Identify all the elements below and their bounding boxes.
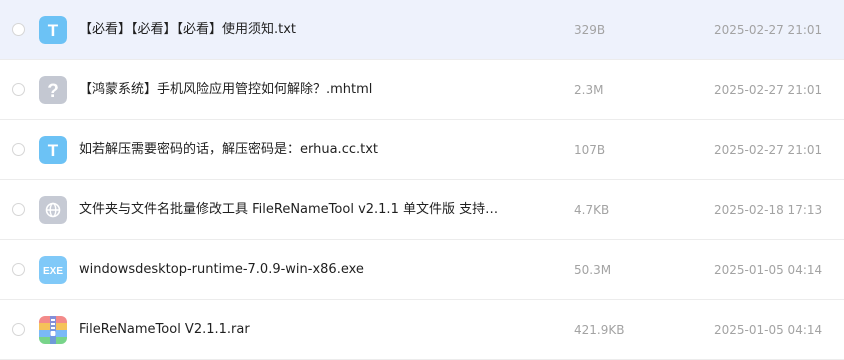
text-file-icon: T [39, 16, 67, 44]
file-size: 50.3M [574, 263, 612, 277]
file-size: 421.9KB [574, 323, 625, 337]
svg-text:T: T [48, 21, 59, 40]
file-date: 2025-01-05 04:14 [714, 263, 823, 277]
svg-text:T: T [48, 141, 59, 160]
web-link-icon [39, 196, 67, 224]
file-date: 2025-02-27 21:01 [714, 83, 823, 97]
file-date: 2025-02-27 21:01 [714, 23, 823, 37]
exe-file-icon: EXE [39, 256, 67, 284]
row-checkbox[interactable] [12, 143, 25, 156]
file-row[interactable]: 文件夹与文件名批量修改工具 FileReNameTool v2.1.1 单文件版… [0, 180, 844, 240]
file-name[interactable]: FileReNameTool V2.1.1.rar [79, 320, 499, 340]
text-file-icon: T [39, 136, 67, 164]
file-size: 4.7KB [574, 203, 610, 217]
row-checkbox[interactable] [12, 203, 25, 216]
file-name[interactable]: 【鸿蒙系统】手机风险应用管控如何解除？.mhtml [79, 80, 499, 100]
svg-text:?: ? [47, 81, 59, 102]
row-checkbox[interactable] [12, 263, 25, 276]
unknown-file-icon: ? [39, 76, 67, 104]
file-name[interactable]: 如若解压需要密码的话，解压密码是：erhua.cc.txt [79, 140, 499, 160]
file-date: 2025-02-27 21:01 [714, 143, 823, 157]
svg-text:EXE: EXE [43, 266, 63, 277]
file-row[interactable]: T 如若解压需要密码的话，解压密码是：erhua.cc.txt 107B 202… [0, 120, 844, 180]
file-name[interactable]: 【必看】【必看】【必看】使用须知.txt [79, 20, 499, 40]
file-size: 107B [574, 143, 606, 157]
file-date: 2025-02-18 17:13 [714, 203, 823, 217]
file-row[interactable]: ? 【鸿蒙系统】手机风险应用管控如何解除？.mhtml 2.3M 2025-02… [0, 60, 844, 120]
file-size: 329B [574, 23, 606, 37]
file-list: T 【必看】【必看】【必看】使用须知.txt 329B 2025-02-27 2… [0, 0, 844, 360]
file-name[interactable]: windowsdesktop-runtime-7.0.9-win-x86.exe [79, 260, 499, 280]
row-checkbox[interactable] [12, 23, 25, 36]
row-checkbox[interactable] [12, 83, 25, 96]
archive-file-icon [39, 316, 67, 344]
file-row[interactable]: T 【必看】【必看】【必看】使用须知.txt 329B 2025-02-27 2… [0, 0, 844, 60]
file-row[interactable]: EXE windowsdesktop-runtime-7.0.9-win-x86… [0, 240, 844, 300]
file-size: 2.3M [574, 83, 604, 97]
file-name[interactable]: 文件夹与文件名批量修改工具 FileReNameTool v2.1.1 单文件版… [79, 200, 499, 220]
file-row[interactable]: FileReNameTool V2.1.1.rar 421.9KB 2025-0… [0, 300, 844, 360]
row-checkbox[interactable] [12, 323, 25, 336]
file-date: 2025-01-05 04:14 [714, 323, 823, 337]
